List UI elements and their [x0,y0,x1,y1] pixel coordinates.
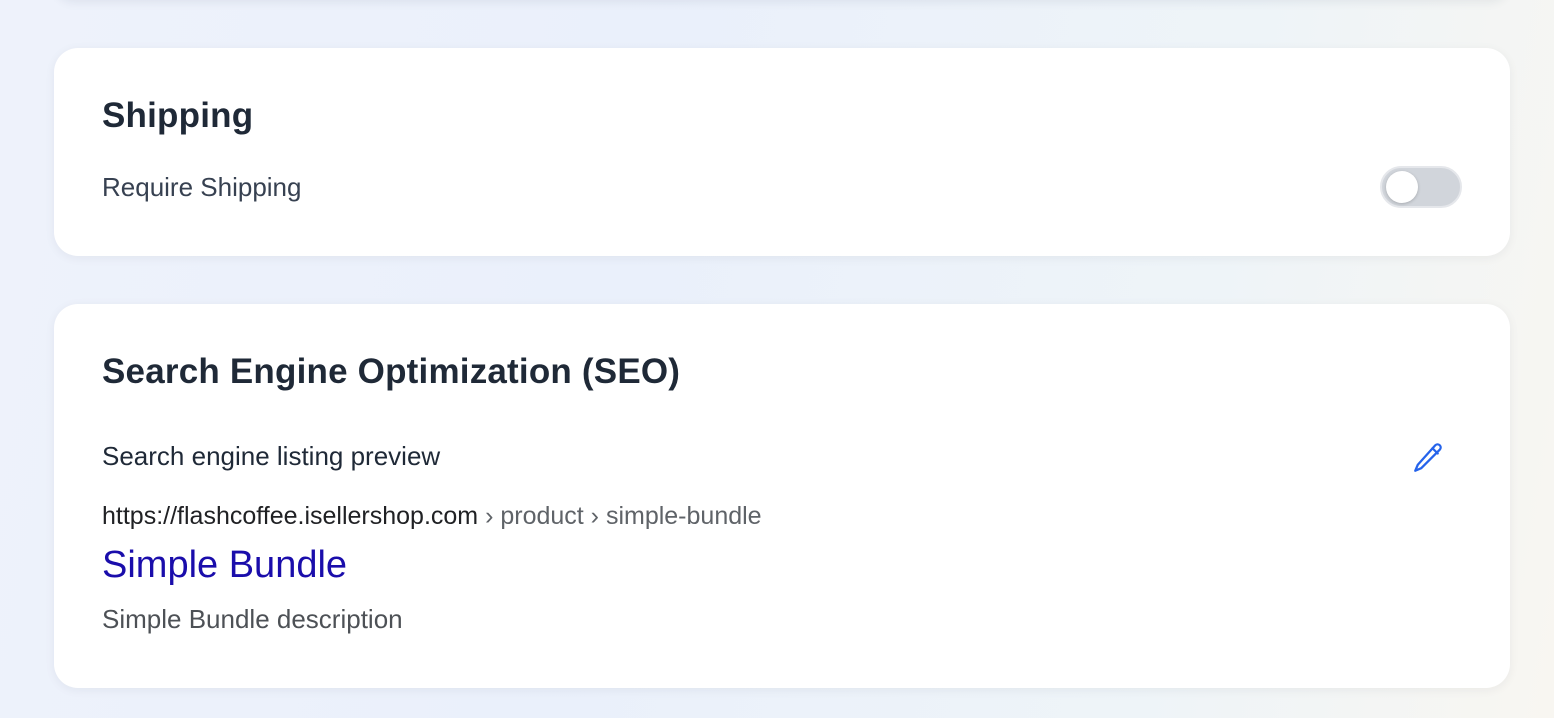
preview-url-domain: https://flashcoffee.isellershop.com [102,502,479,530]
require-shipping-label: Require Shipping [102,172,302,202]
pencil-icon [1414,443,1442,472]
listing-preview-label: Search engine listing preview [102,441,441,471]
require-shipping-toggle[interactable] [1380,166,1462,208]
preview-description: Simple Bundle description [102,604,403,634]
seo-card: Search Engine Optimization (SEO) Search … [54,304,1510,688]
shipping-title: Shipping [102,96,254,135]
edit-seo-button[interactable] [1404,434,1452,482]
preview-url-path: › product › simple-bundle [478,502,762,530]
preview-title-link[interactable]: Simple Bundle [102,544,347,587]
shipping-card: Shipping Require Shipping [54,48,1510,256]
preview-url: https://flashcoffee.isellershop.com › pr… [102,502,762,531]
toggle-knob [1386,171,1418,203]
seo-title: Search Engine Optimization (SEO) [102,352,681,391]
